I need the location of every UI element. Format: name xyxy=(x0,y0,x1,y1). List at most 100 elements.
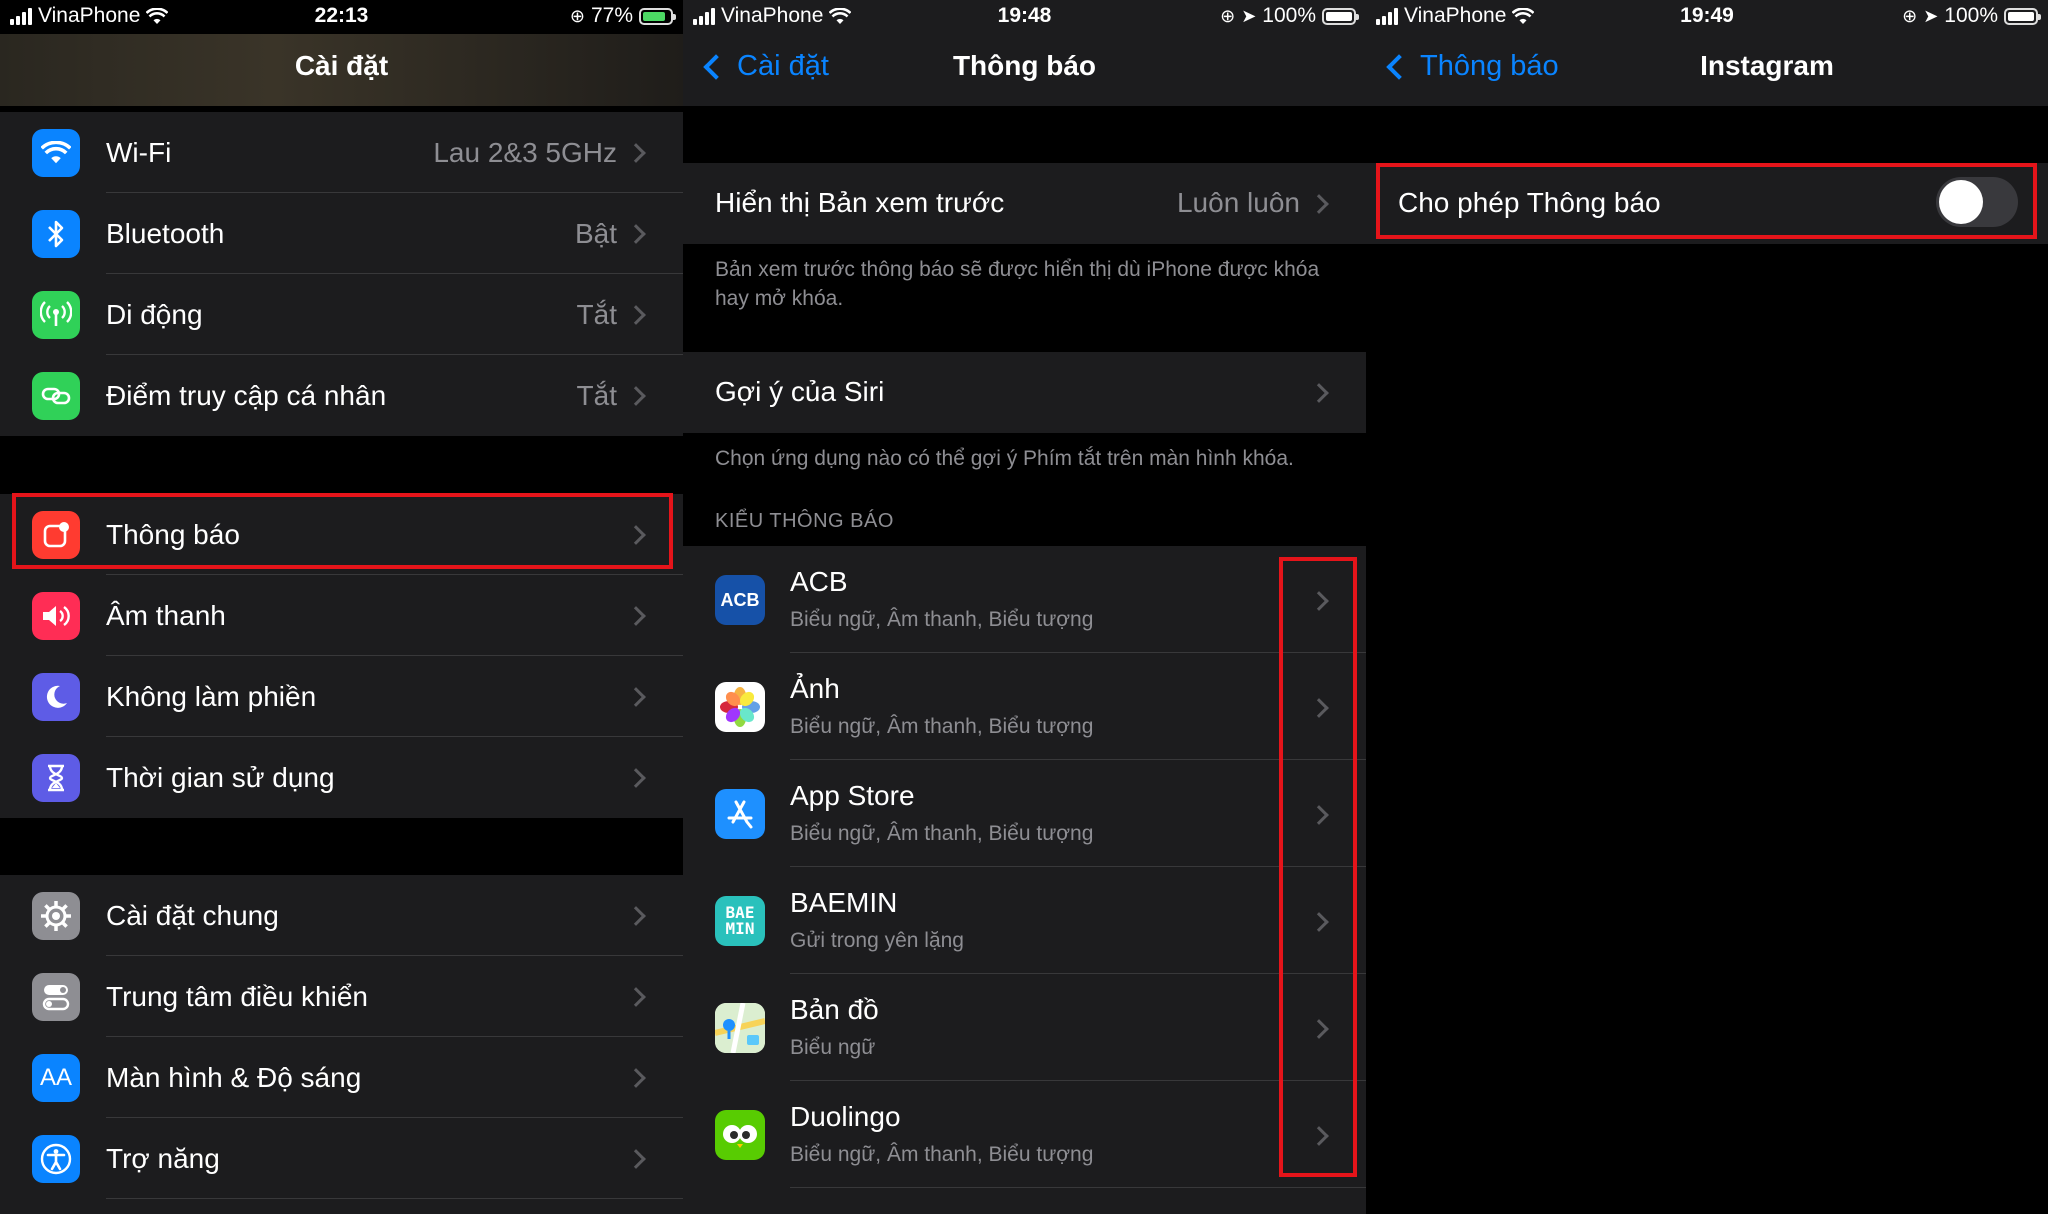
row-label: Cài đặt chung xyxy=(106,899,279,931)
app-store-icon xyxy=(715,789,765,839)
status-bar: VinaPhone 19:48 ⊕ ➤ 100% xyxy=(683,0,1366,34)
baemin-icon: BAE MIN xyxy=(715,896,765,946)
battery-percent: 100% xyxy=(1944,4,1998,27)
accessibility-icon xyxy=(32,1134,80,1183)
chevron-right-icon xyxy=(1309,383,1329,403)
settings-row-do-not-disturb[interactable]: Không làm phiền xyxy=(0,656,683,737)
settings-row-control-center[interactable]: Trung tâm điều khiển xyxy=(0,956,683,1037)
chevron-right-icon xyxy=(626,1148,646,1169)
battery-icon xyxy=(639,7,676,25)
row-value: Tắt xyxy=(576,379,617,411)
app-name: Bản đồ xyxy=(790,994,879,1025)
display-icon: AA xyxy=(32,1053,80,1102)
chevron-left-icon xyxy=(1386,53,1412,80)
app-row-duolingo[interactable]: Duolingo Biểu ngữ, Âm thanh, Biểu tượng xyxy=(683,1081,1366,1188)
row-label: Hiển thị Bản xem trước xyxy=(715,187,1005,218)
orientation-lock-icon: ⊕ xyxy=(1902,5,1918,26)
page-title: Cài đặt xyxy=(294,50,389,81)
wifi-icon xyxy=(32,128,80,177)
gear-icon xyxy=(32,891,80,940)
location-icon: ➤ xyxy=(1923,5,1939,26)
row-value: Bật xyxy=(574,217,617,249)
highlight-box xyxy=(12,493,673,569)
row-label: Bluetooth xyxy=(106,217,225,249)
app-row-maps[interactable]: Bản đồ Biểu ngữ xyxy=(683,974,1366,1081)
acb-icon: ACB xyxy=(715,575,765,625)
section-header: KIỂU THÔNG BÁO xyxy=(715,510,894,532)
settings-row-hotspot[interactable]: Điểm truy cập cá nhân Tắt xyxy=(0,355,683,436)
settings-screen: VinaPhone 22:13 ⊕ 77% Cài đặt Wi-Fi Lau … xyxy=(0,0,683,1214)
app-alert-style: Biểu ngữ, Âm thanh, Biểu tượng xyxy=(790,715,1094,738)
row-value: Lau 2&3 5GHz xyxy=(433,136,617,168)
app-name: Duolingo xyxy=(790,1101,901,1132)
chevron-right-icon xyxy=(626,767,646,788)
battery-icon xyxy=(2004,7,2041,25)
hourglass-icon xyxy=(32,753,80,802)
settings-row-accessibility[interactable]: Trợ năng xyxy=(0,1118,683,1199)
settings-row-cellular[interactable]: Di động Tắt xyxy=(0,274,683,355)
app-name: ACB xyxy=(790,566,848,597)
moon-icon xyxy=(32,672,80,721)
orientation-lock-icon: ⊕ xyxy=(569,5,585,26)
settings-row-display-brightness[interactable]: AA Màn hình & Độ sáng xyxy=(0,1037,683,1118)
hotspot-icon xyxy=(32,371,80,420)
settings-row-general[interactable]: Cài đặt chung xyxy=(0,875,683,956)
row-label: Di động xyxy=(106,298,203,330)
siri-footnote: Chọn ứng dụng nào có thể gợi ý Phím tắt … xyxy=(715,447,1294,470)
chevron-right-icon xyxy=(626,605,646,626)
highlight-box xyxy=(1376,163,2037,239)
row-label: Màn hình & Độ sáng xyxy=(106,1061,362,1093)
duolingo-icon xyxy=(715,1110,765,1160)
row-label: Wi-Fi xyxy=(106,136,172,168)
settings-row-sound[interactable]: Âm thanh xyxy=(0,575,683,656)
highlight-box xyxy=(1279,557,1357,1177)
chevron-right-icon xyxy=(626,142,646,163)
chevron-right-icon xyxy=(626,223,646,244)
app-list: ACB ACB Biểu ngữ, Âm thanh, Biểu tượng Ả… xyxy=(683,546,1366,1214)
settings-row-bluetooth[interactable]: Bluetooth Bật xyxy=(0,193,683,274)
row-label: Thời gian sử dụng xyxy=(106,761,335,793)
chevron-right-icon xyxy=(626,686,646,707)
row-value: Tắt xyxy=(576,298,617,330)
row-label: Điểm truy cập cá nhân xyxy=(106,379,387,411)
app-name: App Store xyxy=(790,780,915,811)
connectivity-group: Wi-Fi Lau 2&3 5GHz Bluetooth Bật Di động… xyxy=(0,112,683,436)
row-label: Âm thanh xyxy=(106,599,226,631)
app-alert-style: Biểu ngữ, Âm thanh, Biểu tượng xyxy=(790,822,1094,845)
status-bar: VinaPhone 22:13 ⊕ 77% xyxy=(0,0,683,34)
control-center-icon xyxy=(32,972,80,1021)
photos-icon xyxy=(715,682,765,732)
app-name: BAEMIN xyxy=(790,887,898,918)
settings-row-wifi[interactable]: Wi-Fi Lau 2&3 5GHz xyxy=(0,112,683,193)
orientation-lock-icon: ⊕ xyxy=(1220,5,1236,26)
settings-row-screen-time[interactable]: Thời gian sử dụng xyxy=(0,737,683,818)
chevron-right-icon xyxy=(626,905,646,926)
page-title: Thông báo xyxy=(952,50,1097,81)
app-row-acb[interactable]: ACB ACB Biểu ngữ, Âm thanh, Biểu tượng xyxy=(683,546,1366,653)
notifications-screen: VinaPhone 19:48 ⊕ ➤ 100% Cài đặt Thông b… xyxy=(683,0,1366,1214)
show-previews-row[interactable]: Hiển thị Bản xem trước Luôn luôn xyxy=(683,163,1366,244)
row-label: Trung tâm điều khiển xyxy=(106,980,368,1012)
app-row-baemin[interactable]: BAE MIN BAEMIN Gửi trong yên lặng xyxy=(683,867,1366,974)
battery-percent: 100% xyxy=(1262,4,1316,27)
chevron-right-icon xyxy=(626,304,646,325)
general-group: Cài đặt chung Trung tâm điều khiển AA Mà… xyxy=(0,875,683,1214)
row-label: Gợi ý của Siri xyxy=(715,376,885,407)
preview-footnote: Bản xem trước thông báo sẽ được hiển thị… xyxy=(715,258,1320,310)
maps-icon xyxy=(715,1003,765,1053)
instagram-notifications-screen: VinaPhone 19:49 ⊕ ➤ 100% Thông báo Insta… xyxy=(1366,0,2048,1214)
row-label: Không làm phiền xyxy=(106,680,317,712)
app-row-photos[interactable]: Ảnh Biểu ngữ, Âm thanh, Biểu tượng xyxy=(683,653,1366,760)
chevron-right-icon xyxy=(626,385,646,406)
location-icon: ➤ xyxy=(1241,5,1257,26)
row-value: Luôn luôn xyxy=(1176,187,1300,218)
siri-suggestions-row[interactable]: Gợi ý của Siri xyxy=(683,352,1366,433)
sound-icon xyxy=(32,591,80,640)
app-alert-style: Biểu ngữ, Âm thanh, Biểu tượng xyxy=(790,1143,1094,1166)
cellular-icon xyxy=(32,290,80,339)
app-row-app-store[interactable]: App Store Biểu ngữ, Âm thanh, Biểu tượng xyxy=(683,760,1366,867)
battery-percent: 77% xyxy=(590,4,633,27)
chevron-right-icon xyxy=(1309,194,1329,214)
app-alert-style: Gửi trong yên lặng xyxy=(790,929,964,952)
app-alert-style: Biểu ngữ xyxy=(790,1036,876,1059)
